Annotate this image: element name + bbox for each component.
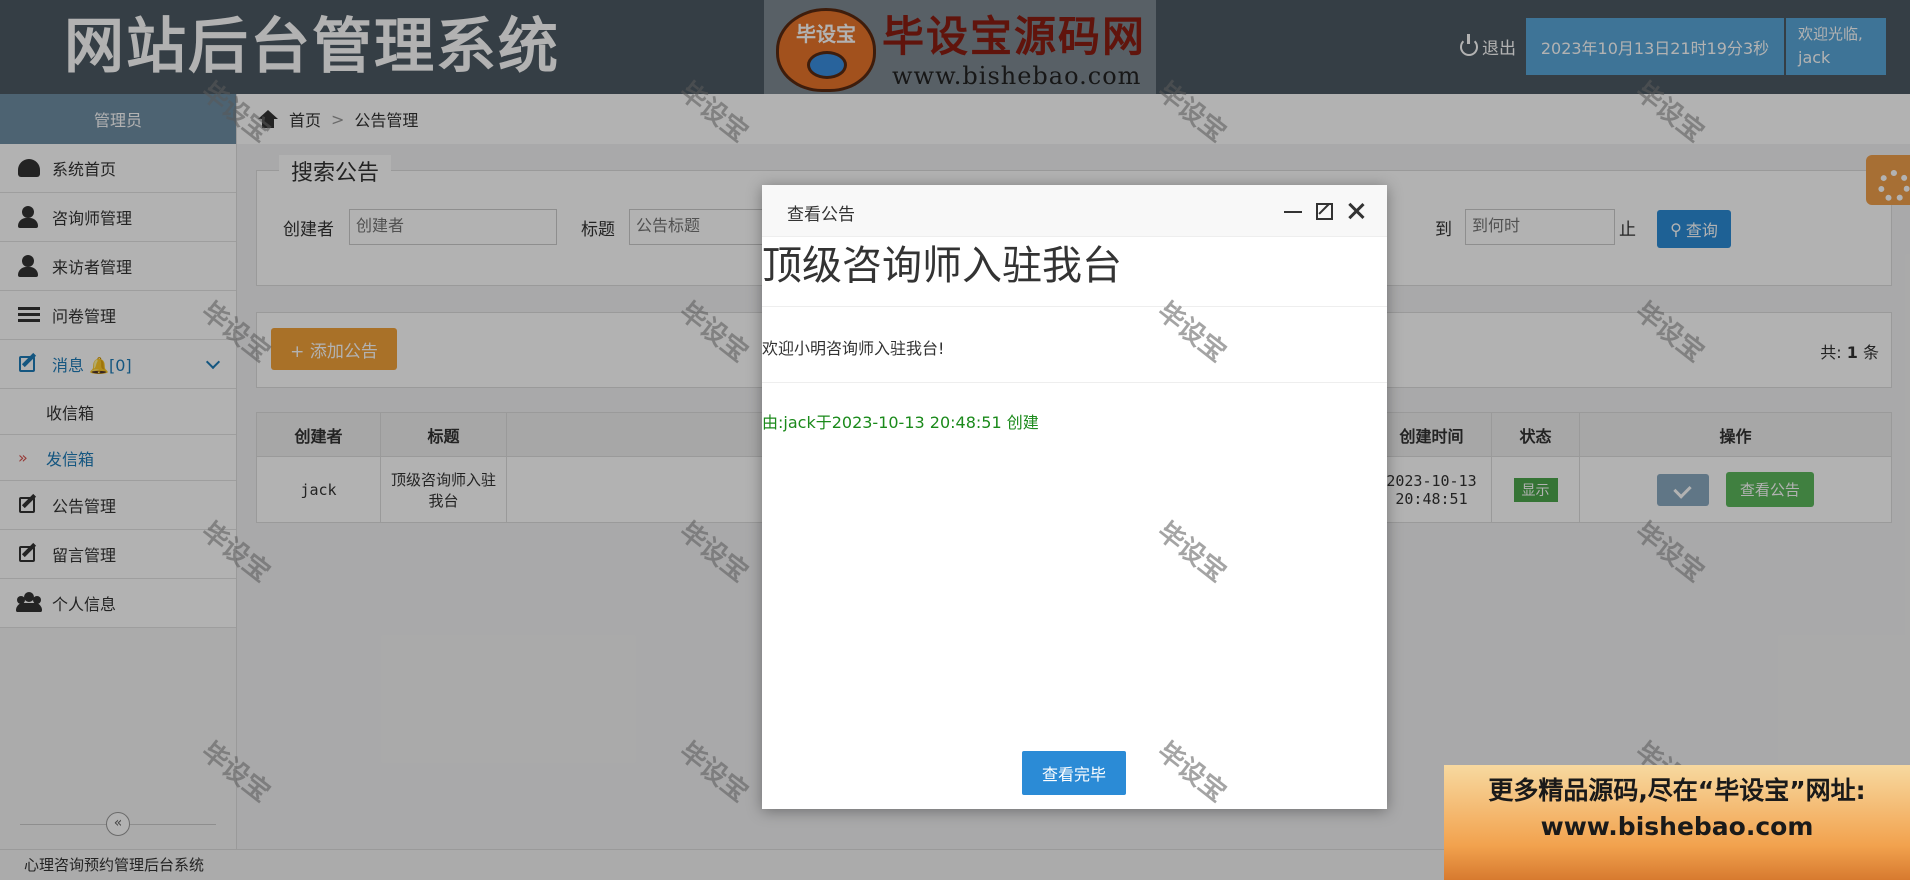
ad-line2: www.bishebao.com [1540,812,1814,841]
maximize-icon[interactable] [1316,203,1333,220]
view-notice-modal: 查看公告 顶级咨询师入驻我台 欢迎小明咨询师入驻我台! 由:jack于2023-… [762,185,1387,809]
close-icon[interactable] [1346,201,1366,221]
done-button[interactable]: 查看完毕 [1022,751,1126,795]
minimize-icon[interactable] [1282,201,1302,221]
notice-body: 欢迎小明咨询师入驻我台! [762,307,1387,383]
ad-line1: 更多精品源码,尽在“毕设宝”网址: [1488,776,1866,805]
notice-meta: 由:jack于2023-10-13 20:48:51 创建 [762,413,1039,432]
notice-title: 顶级咨询师入驻我台 [762,237,1387,307]
modal-header: 查看公告 [762,185,1387,237]
ad-banner[interactable]: 更多精品源码,尽在“毕设宝”网址: www.bishebao.com [1444,765,1910,880]
modal-title: 查看公告 [787,205,855,225]
